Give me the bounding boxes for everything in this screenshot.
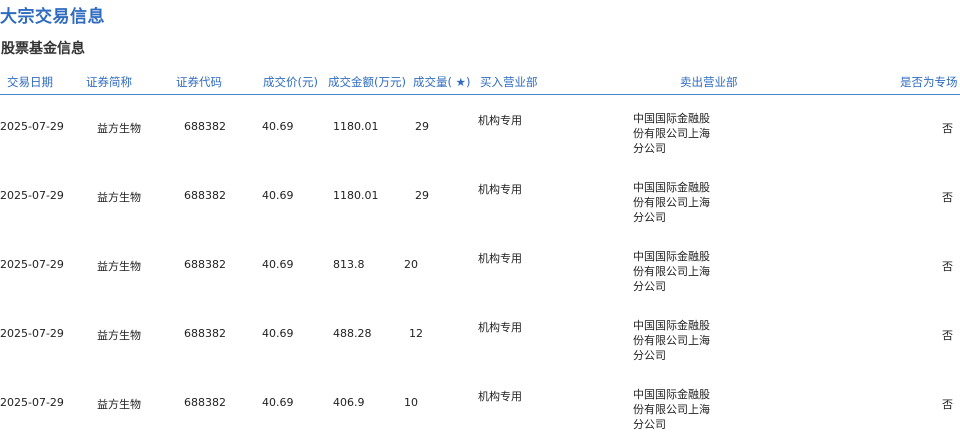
header-seller[interactable]: 卖出营业部 bbox=[680, 74, 738, 90]
cell-seller: 中国国际金融股份有限公司上海分公司 bbox=[633, 250, 710, 293]
cell-price: 40.69 bbox=[262, 120, 294, 133]
cell-amount: 1180.01 bbox=[333, 120, 379, 133]
table-row: 2025-07-29 益方生物 688382 40.69 1180.01 29 … bbox=[0, 100, 960, 170]
header-code[interactable]: 证券代码 bbox=[176, 74, 222, 90]
cell-date: 2025-07-29 bbox=[0, 120, 64, 133]
table-row: 2025-07-29 益方生物 688382 40.69 1180.01 29 … bbox=[0, 169, 960, 239]
cell-amount: 813.8 bbox=[333, 258, 365, 271]
cell-seller: 中国国际金融股份有限公司上海分公司 bbox=[633, 112, 710, 155]
cell-date: 2025-07-29 bbox=[0, 258, 64, 271]
cell-volume: 29 bbox=[415, 189, 429, 202]
header-name[interactable]: 证券简称 bbox=[86, 74, 132, 90]
cell-date: 2025-07-29 bbox=[0, 396, 64, 409]
cell-code: 688382 bbox=[184, 189, 226, 202]
table-row: 2025-07-29 益方生物 688382 40.69 813.8 20 机构… bbox=[0, 238, 960, 308]
cell-code: 688382 bbox=[184, 396, 226, 409]
cell-name: 益方生物 bbox=[97, 122, 141, 135]
page-title: 大宗交易信息 bbox=[0, 7, 105, 27]
cell-special: 否 bbox=[942, 398, 953, 411]
cell-amount: 488.28 bbox=[333, 327, 372, 340]
cell-buyer: 机构专用 bbox=[478, 252, 522, 265]
cell-price: 40.69 bbox=[262, 327, 294, 340]
cell-date: 2025-07-29 bbox=[0, 327, 64, 340]
cell-code: 688382 bbox=[184, 327, 226, 340]
header-divider bbox=[0, 94, 960, 95]
cell-seller: 中国国际金融股份有限公司上海分公司 bbox=[633, 319, 710, 362]
cell-special: 否 bbox=[942, 260, 953, 273]
header-buyer[interactable]: 买入营业部 bbox=[480, 74, 538, 90]
cell-buyer: 机构专用 bbox=[478, 183, 522, 196]
header-date[interactable]: 交易日期 bbox=[7, 74, 53, 90]
table-row: 2025-07-29 益方生物 688382 40.69 488.28 12 机… bbox=[0, 307, 960, 377]
cell-amount: 406.9 bbox=[333, 396, 365, 409]
cell-name: 益方生物 bbox=[97, 260, 141, 273]
cell-buyer: 机构专用 bbox=[478, 321, 522, 334]
cell-code: 688382 bbox=[184, 120, 226, 133]
cell-amount: 1180.01 bbox=[333, 189, 379, 202]
header-special[interactable]: 是否为专场 bbox=[900, 74, 958, 90]
cell-date: 2025-07-29 bbox=[0, 189, 64, 202]
cell-volume: 12 bbox=[409, 327, 423, 340]
cell-buyer: 机构专用 bbox=[478, 390, 522, 403]
cell-volume: 29 bbox=[415, 120, 429, 133]
header-price[interactable]: 成交价(元) bbox=[263, 74, 318, 90]
cell-price: 40.69 bbox=[262, 258, 294, 271]
table-row: 2025-07-29 益方生物 688382 40.69 406.9 10 机构… bbox=[0, 376, 960, 446]
cell-volume: 10 bbox=[404, 396, 418, 409]
cell-name: 益方生物 bbox=[97, 191, 141, 204]
cell-price: 40.69 bbox=[262, 189, 294, 202]
cell-buyer: 机构专用 bbox=[478, 114, 522, 127]
header-amount[interactable]: 成交金额(万元) bbox=[328, 74, 406, 90]
cell-special: 否 bbox=[942, 329, 953, 342]
cell-price: 40.69 bbox=[262, 396, 294, 409]
cell-seller: 中国国际金融股份有限公司上海分公司 bbox=[633, 388, 710, 431]
cell-name: 益方生物 bbox=[97, 329, 141, 342]
cell-volume: 20 bbox=[404, 258, 418, 271]
header-volume[interactable]: 成交量( ★) bbox=[413, 74, 470, 90]
cell-special: 否 bbox=[942, 191, 953, 204]
cell-seller: 中国国际金融股份有限公司上海分公司 bbox=[633, 181, 710, 224]
cell-code: 688382 bbox=[184, 258, 226, 271]
cell-special: 否 bbox=[942, 122, 953, 135]
section-title: 股票基金信息 bbox=[1, 41, 85, 57]
cell-name: 益方生物 bbox=[97, 398, 141, 411]
